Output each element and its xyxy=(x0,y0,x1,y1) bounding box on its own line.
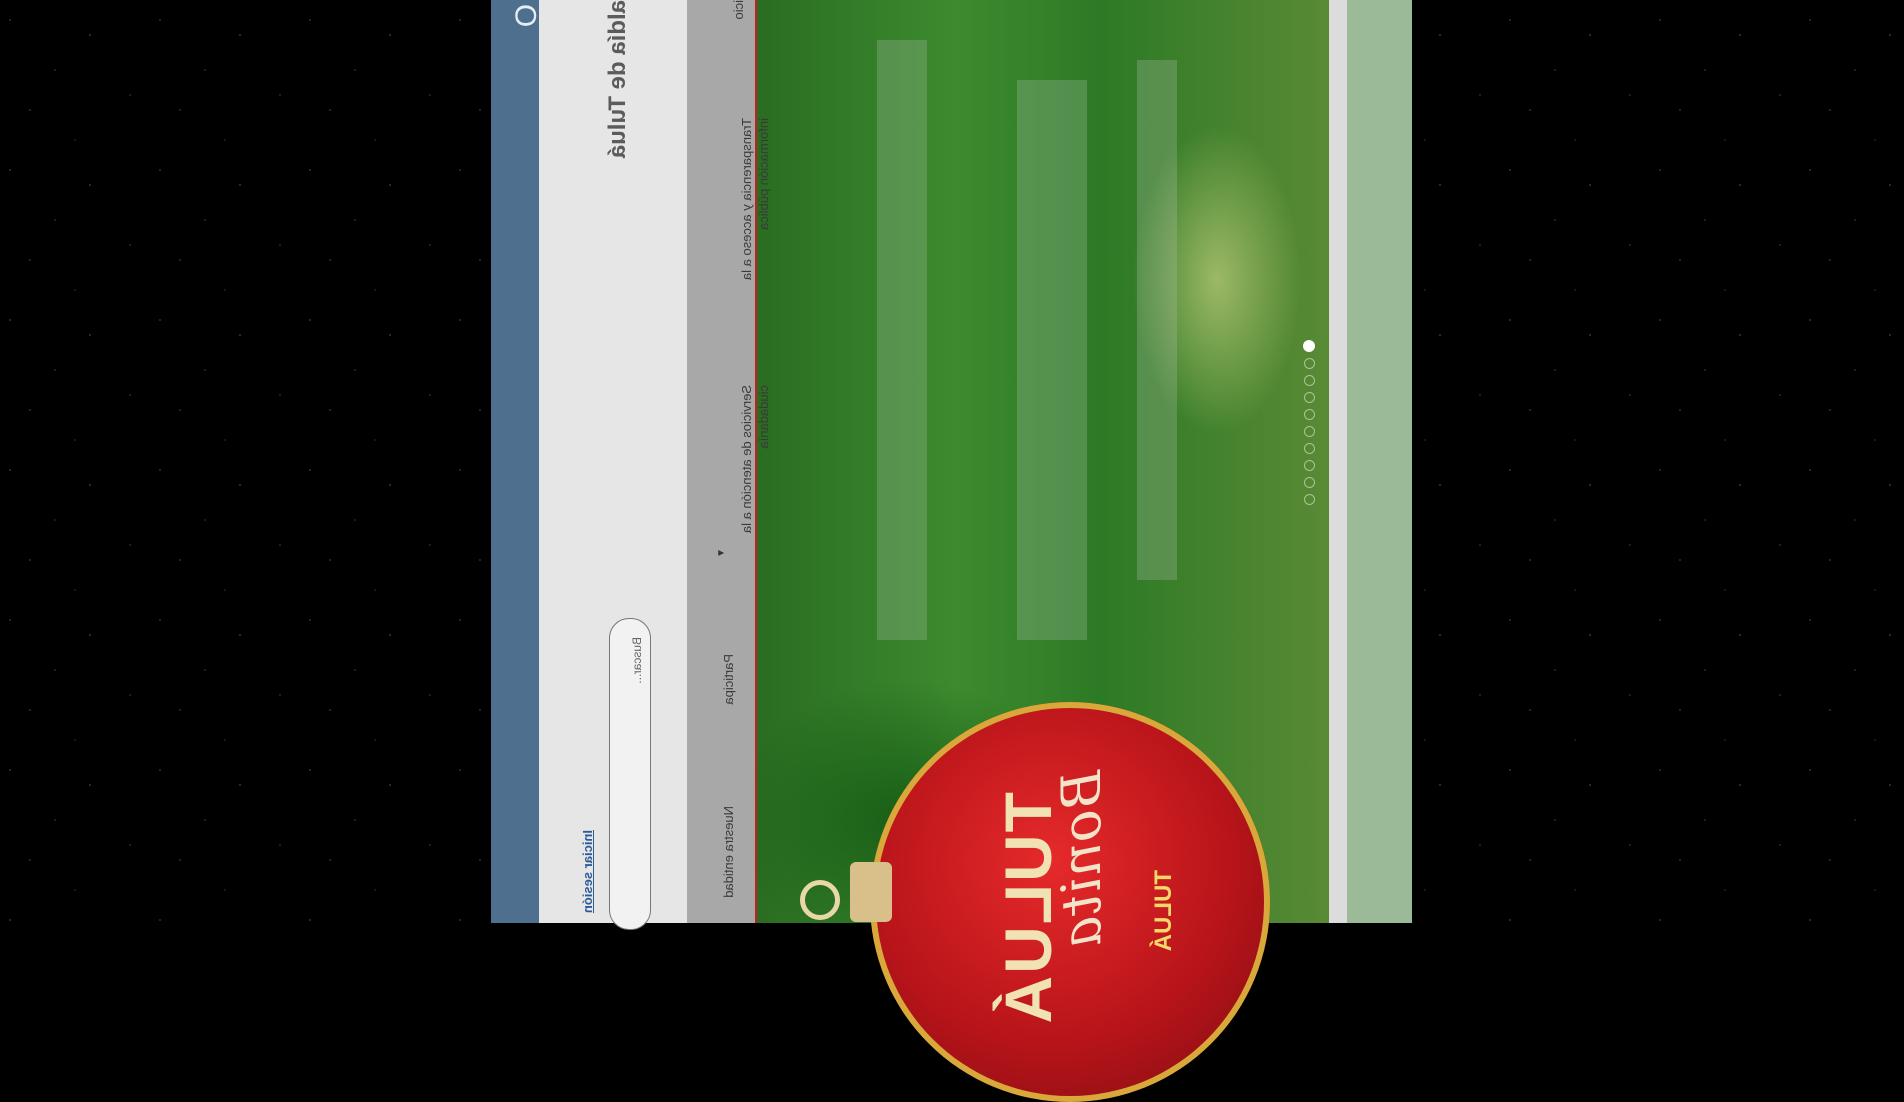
building-shape xyxy=(1137,60,1177,580)
carousel-dot[interactable] xyxy=(1303,426,1315,437)
nav-item-nuestra-entidad[interactable]: Nuestra entidad xyxy=(720,806,737,898)
search-placeholder: Buscar... xyxy=(630,637,644,684)
building-shape xyxy=(1017,80,1087,640)
carousel-dot[interactable] xyxy=(1303,392,1315,403)
site-title: aldía de Tuluá xyxy=(604,0,631,159)
carousel-dot[interactable] xyxy=(1303,340,1315,352)
carousel-dot[interactable] xyxy=(1303,460,1315,471)
nav-item-inicio[interactable]: icio xyxy=(730,0,747,20)
nav-item-participa[interactable]: Participa xyxy=(720,654,737,705)
chevron-down-icon[interactable]: ▼ xyxy=(716,548,727,558)
top-bar xyxy=(491,0,539,923)
carousel-dot[interactable] xyxy=(1303,409,1315,420)
carousel-dot[interactable] xyxy=(1303,477,1315,488)
carousel-dot[interactable] xyxy=(1303,375,1315,386)
carousel-indicators xyxy=(1302,340,1316,600)
banner-logo-text: TULUÁ xyxy=(1150,870,1177,952)
carousel-dot[interactable] xyxy=(1303,358,1315,369)
nav-item-transparencia[interactable]: Transparencia y acceso a la información … xyxy=(738,118,772,318)
ornament-cap xyxy=(850,862,892,922)
carousel-dot[interactable] xyxy=(1303,494,1315,505)
banner-word-bonita: Bonita xyxy=(1050,770,1113,949)
ornament-loop xyxy=(800,880,840,920)
building-shape xyxy=(877,40,927,640)
carousel-dot[interactable] xyxy=(1303,443,1315,454)
brand-logo-text: O xyxy=(510,4,543,28)
login-link[interactable]: Iniciar sesión xyxy=(580,830,595,913)
hero-edge xyxy=(1329,0,1347,923)
footer-band xyxy=(1347,0,1412,923)
nav-item-servicios[interactable]: Servicios de atención a la ciudadanía xyxy=(738,385,772,545)
